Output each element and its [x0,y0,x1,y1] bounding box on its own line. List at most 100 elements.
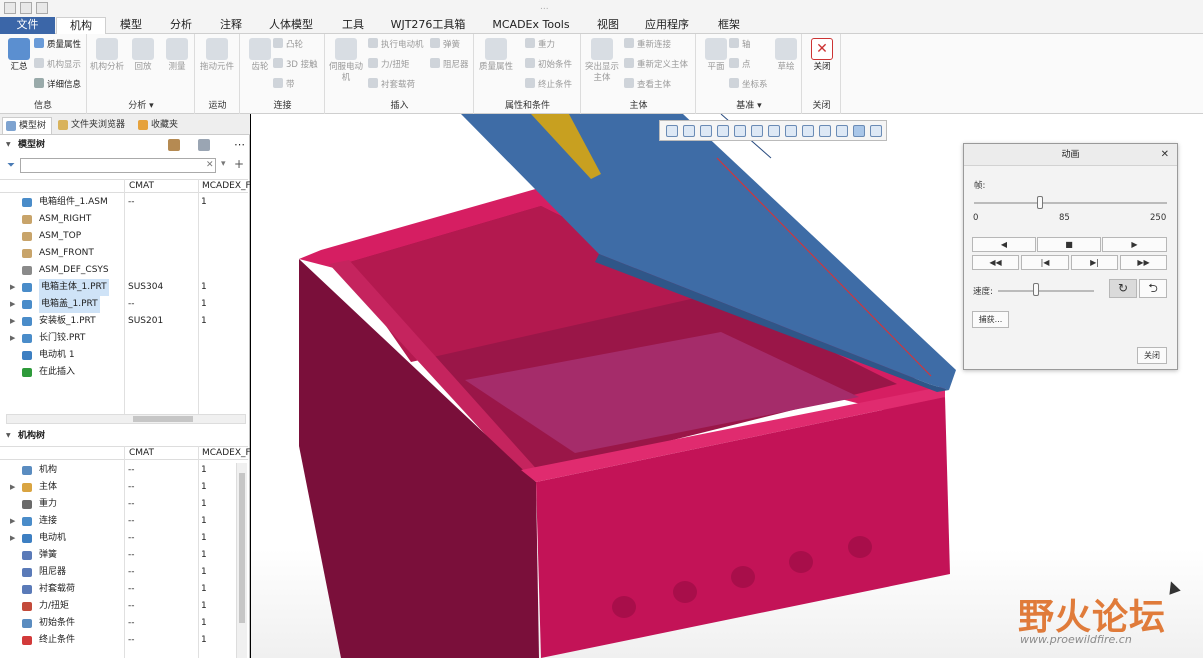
repaint-icon[interactable] [717,125,729,137]
model-tree-row[interactable]: ▶ 安装板_1.PRT SUS201 1 [0,313,248,330]
stop-button[interactable]: ■ [1037,237,1101,252]
expand-icon[interactable]: ▶ [10,513,15,530]
model-tree-hscroll[interactable] [6,414,246,424]
frame-slider-track[interactable] [974,202,1167,204]
model-tree-row[interactable]: 电箱组件_1.ASM -- 1 [0,194,248,211]
model-tree-row[interactable]: ASM_DEF_CSYS [0,262,248,279]
mech-tree-row[interactable]: 机构 -- 1 [0,462,248,479]
initial-condition-button[interactable]: 初始条件 [525,58,572,72]
axis-button[interactable]: 轴 [729,38,751,52]
zoom-out-icon[interactable] [700,125,712,137]
mech-tree-row[interactable]: 终止条件 -- 1 [0,632,248,649]
model-tree-row[interactable]: 在此插入 [0,364,248,381]
dialog-close-icon[interactable]: ✕ [1161,149,1169,160]
tab-tools[interactable]: 工具 [328,17,378,34]
close-mechanism-button[interactable]: ✕ 关闭 [803,38,841,73]
point-button[interactable]: 点 [729,58,751,72]
measure-button[interactable]: 测量 [158,38,196,73]
tab-annotate[interactable]: 注释 [208,17,254,34]
belt-button[interactable]: 带 [273,78,295,92]
col-cmat[interactable]: CMAT [129,448,154,458]
speed-slider-track[interactable] [998,290,1094,292]
view-manager-icon[interactable] [785,125,797,137]
scroll-thumb[interactable] [133,416,193,422]
play-forward-button[interactable]: ▶ [1102,237,1167,252]
expand-icon[interactable]: ▶ [10,313,15,330]
mech-tree-row[interactable]: 初始条件 -- 1 [0,615,248,632]
summary-button[interactable]: 汇总 [0,38,38,73]
spring-button[interactable]: 弹簧 [430,38,460,52]
loop-button[interactable]: ↻ [1109,279,1137,298]
tab-applications[interactable]: 应用程序 [632,17,702,34]
col-cmat[interactable]: CMAT [129,181,154,191]
spin-center-icon[interactable] [853,125,865,137]
zoom-in-icon[interactable] [683,125,695,137]
expand-icon[interactable]: ▶ [10,479,15,496]
scroll-thumb[interactable] [239,473,245,623]
mech-analysis-button[interactable]: 机构分析 [88,38,126,73]
datum-display-icon[interactable] [819,125,831,137]
speed-slider-knob[interactable] [1033,283,1040,296]
play-backward-button[interactable]: ◀ [972,237,1036,252]
add-column-icon[interactable]: + [234,157,244,171]
view-body-button[interactable]: 查看主体 [624,78,671,92]
group-label-datum[interactable]: 基准 ▾ [697,98,801,111]
tree-filter-input[interactable] [20,158,216,173]
quick-access-open-icon[interactable] [20,2,32,14]
col-mcadex[interactable]: MCADEX_F [202,448,251,458]
tree-columns-icon[interactable] [198,139,210,151]
tab-frame[interactable]: 框架 [704,17,754,34]
playback-button[interactable]: 回放 [124,38,162,73]
mech-tree-row[interactable]: 弹簧 -- 1 [0,547,248,564]
frame-slider-knob[interactable] [1036,196,1043,209]
mech-tree-row[interactable]: 重力 -- 1 [0,496,248,513]
model-tree-header[interactable]: 模型树 [0,137,248,153]
contact3d-button[interactable]: 3D 接触 [273,58,318,72]
mech-display-button[interactable]: 机构显示 [34,58,81,72]
reconnect-button[interactable]: 重新连接 [624,38,671,52]
mech-tree-row[interactable]: 衬套载荷 -- 1 [0,581,248,598]
cam-button[interactable]: 凸轮 [273,38,303,52]
tab-mcadex-tools[interactable]: MCADEx Tools [478,17,584,34]
reverse-loop-button[interactable]: ⮌ [1139,279,1167,298]
bushing-load-button[interactable]: 衬套载荷 [368,78,415,92]
col-mcadex[interactable]: MCADEX_F [202,181,251,191]
tree-settings-icon[interactable] [168,139,180,151]
force-torque-button[interactable]: 力/扭矩 [368,58,409,72]
tab-model-tree[interactable]: 模型树 [2,117,52,134]
model-tree-row[interactable]: 电动机 1 [0,347,248,364]
redefine-body-button[interactable]: 重新定义主体 [624,58,688,72]
tab-model[interactable]: 模型 [108,17,154,34]
model-tree-row[interactable]: ASM_TOP [0,228,248,245]
tab-favorites[interactable]: 收藏夹 [135,117,185,134]
csys-button[interactable]: 坐标系 [729,78,768,92]
mass-properties-button[interactable]: 质量属性 [477,38,515,73]
dialog-title[interactable]: 动画 [964,144,1177,166]
filter-dropdown-icon[interactable]: ▾ [221,159,226,169]
tab-analysis[interactable]: 分析 [156,17,206,34]
perspective-icon[interactable] [802,125,814,137]
mech-tree-row[interactable]: ▶ 电动机 -- 1 [0,530,248,547]
group-label-analysis[interactable]: 分析 ▾ [88,98,194,111]
sketch-button[interactable]: 草绘 [767,38,805,73]
expand-icon[interactable]: ▶ [10,279,15,296]
mech-display-icon[interactable] [870,125,882,137]
mech-tree-row[interactable]: 力/扭矩 -- 1 [0,598,248,615]
mech-tree-vscroll[interactable] [236,463,247,658]
model-tree-row[interactable]: ▶ 长门铰.PRT [0,330,248,347]
tab-file[interactable]: 文件 [0,17,55,34]
mech-tree-row[interactable]: ▶ 主体 -- 1 [0,479,248,496]
annotation-display-icon[interactable] [836,125,848,137]
expand-icon[interactable]: ▶ [10,530,15,547]
gravity-button[interactable]: 重力 [525,38,555,52]
servo-motor-button[interactable]: 伺服电动机 [326,38,366,84]
sketch-view-icon[interactable] [734,125,746,137]
model-tree-row[interactable]: ASM_FRONT [0,245,248,262]
expand-icon[interactable]: ▶ [10,330,15,347]
model-tree-row[interactable]: ▶ 电箱主体_1.PRT SUS304 1 [0,279,248,296]
exec-motor-button[interactable]: 执行电动机 [368,38,424,52]
capture-button[interactable]: 捕获... [972,311,1009,328]
tab-human-model[interactable]: 人体模型 [256,17,326,34]
saved-views-icon[interactable] [768,125,780,137]
mech-tree-header[interactable]: 机构树 [0,428,248,444]
